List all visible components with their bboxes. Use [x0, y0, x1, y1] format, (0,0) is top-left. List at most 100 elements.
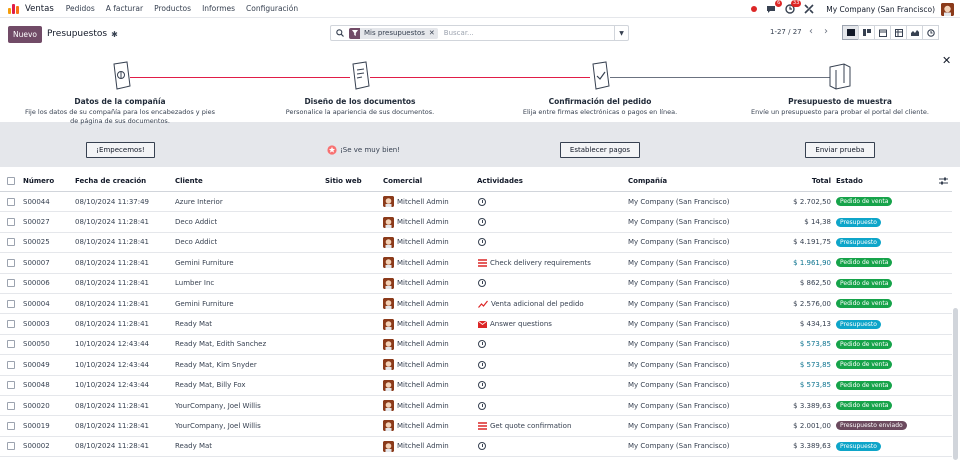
salesperson[interactable]: Mitchell Admin: [383, 416, 449, 435]
menu-informes[interactable]: Informes: [202, 4, 235, 13]
salesperson[interactable]: Mitchell Admin: [383, 233, 449, 252]
row-checkbox[interactable]: [7, 355, 15, 374]
pager-previous-button[interactable]: ‹: [805, 25, 817, 39]
activity-clock-icon[interactable]: [478, 218, 486, 227]
salesperson[interactable]: Mitchell Admin: [383, 376, 449, 395]
table-row[interactable]: S00003 08/10/2024 11:28:41 Ready Mat Mitche…: [0, 314, 952, 335]
table-row[interactable]: S00020 08/10/2024 11:28:41 YourCompany, Jo…: [0, 396, 952, 417]
row-checkbox[interactable]: [7, 314, 15, 333]
table-row[interactable]: S00044 08/10/2024 11:37:49 Azure Interior M…: [0, 192, 952, 213]
salesperson[interactable]: Mitchell Admin: [383, 314, 449, 333]
col-website[interactable]: Sitio web: [325, 170, 362, 191]
column-settings-icon[interactable]: [939, 170, 948, 191]
salesperson[interactable]: Mitchell Admin: [383, 294, 449, 313]
pivot-view-button[interactable]: [890, 25, 907, 40]
brand[interactable]: Ventas: [8, 3, 66, 14]
row-checkbox[interactable]: [7, 274, 15, 293]
activity-clock-icon[interactable]: [478, 442, 486, 451]
activity-clock-icon[interactable]: [478, 401, 486, 410]
activity-cell[interactable]: [478, 396, 486, 415]
table-row[interactable]: S00019 08/10/2024 11:28:41 YourCompany, Jo…: [0, 416, 952, 437]
col-number[interactable]: Número: [23, 170, 54, 191]
activity-cell[interactable]: [478, 437, 486, 456]
menu-a-facturar[interactable]: A facturar: [106, 4, 143, 13]
new-button[interactable]: Nuevo: [8, 25, 43, 43]
search-facet[interactable]: Mis presupuestos ✕: [349, 27, 438, 39]
col-salesperson[interactable]: Comercial: [383, 170, 422, 191]
activity-clock-icon[interactable]: [478, 197, 486, 206]
col-creation-date[interactable]: Fecha de creación: [75, 170, 146, 191]
list-view-button[interactable]: [842, 25, 859, 40]
activity-cell[interactable]: Venta adicional del pedido: [478, 294, 584, 313]
row-checkbox[interactable]: [7, 376, 15, 395]
lets-start-button[interactable]: ¡Empecemos!: [86, 142, 155, 158]
activity-clock-icon[interactable]: [478, 360, 486, 369]
table-row[interactable]: S00050 10/10/2024 12:43:44 Ready Mat, Edit…: [0, 335, 952, 356]
activity-cell[interactable]: [478, 192, 486, 211]
col-company[interactable]: Compañía: [628, 170, 667, 191]
salesperson[interactable]: Mitchell Admin: [383, 396, 449, 415]
row-checkbox[interactable]: [7, 396, 15, 415]
activity-clock-icon[interactable]: [478, 279, 486, 288]
user-avatar[interactable]: [941, 2, 954, 16]
upsell-chart-icon[interactable]: [478, 300, 488, 308]
salesperson[interactable]: Mitchell Admin: [383, 253, 449, 272]
activity-cell[interactable]: [478, 212, 486, 231]
close-icon[interactable]: ✕: [942, 54, 951, 67]
col-customer[interactable]: Cliente: [175, 170, 203, 191]
debug-button[interactable]: [803, 3, 815, 15]
activity-cell[interactable]: [478, 233, 486, 252]
activity-cell[interactable]: Answer questions: [478, 314, 552, 333]
row-checkbox[interactable]: [7, 253, 15, 272]
status-dot-icon[interactable]: [751, 6, 758, 12]
todo-list-icon[interactable]: [478, 259, 487, 267]
activity-clock-icon[interactable]: [478, 340, 486, 349]
activity-cell[interactable]: Get quote confirmation: [478, 416, 571, 435]
activity-cell[interactable]: [478, 355, 486, 374]
row-checkbox[interactable]: [7, 233, 15, 252]
activity-button[interactable]: 33: [784, 0, 802, 15]
todo-list-icon[interactable]: [478, 422, 487, 430]
activity-clock-icon[interactable]: [478, 381, 486, 390]
activity-view-button[interactable]: [922, 25, 939, 40]
calendar-view-button[interactable]: [874, 25, 891, 40]
activity-cell[interactable]: [478, 376, 486, 395]
select-all-checkbox[interactable]: [7, 170, 15, 191]
scrollbar[interactable]: [953, 308, 958, 460]
row-checkbox[interactable]: [7, 212, 15, 231]
menu-configuracion[interactable]: Configuración: [246, 4, 298, 13]
row-checkbox[interactable]: [7, 437, 15, 456]
search-bar[interactable]: Mis presupuestos ✕ Buscar... ▼: [330, 25, 629, 41]
set-payments-button[interactable]: Establecer pagos: [560, 142, 640, 158]
activity-cell[interactable]: [478, 335, 486, 354]
table-row[interactable]: S00025 08/10/2024 11:28:41 Deco Addict Mitc…: [0, 233, 952, 254]
search-icon[interactable]: [336, 29, 344, 37]
row-checkbox[interactable]: [7, 294, 15, 313]
search-options-toggle[interactable]: ▼: [614, 26, 628, 40]
activity-cell[interactable]: [478, 274, 486, 293]
table-row[interactable]: S00006 08/10/2024 11:28:41 Lumber Inc Mitch…: [0, 274, 952, 294]
company-switcher[interactable]: My Company (San Francisco): [826, 5, 935, 14]
activity-cell[interactable]: Check delivery requirements: [478, 253, 591, 272]
row-checkbox[interactable]: [7, 192, 15, 211]
email-icon[interactable]: [478, 320, 487, 328]
salesperson[interactable]: Mitchell Admin: [383, 355, 449, 374]
col-activities[interactable]: Actividades: [477, 170, 523, 191]
salesperson[interactable]: Mitchell Admin: [383, 192, 449, 211]
remove-facet-icon[interactable]: ✕: [429, 29, 438, 37]
table-row[interactable]: S00002 08/10/2024 11:28:41 Ready Mat Mitche…: [0, 437, 952, 458]
table-row[interactable]: S00027 08/10/2024 11:28:41 Deco Addict Mitc…: [0, 212, 952, 233]
table-row[interactable]: S00004 08/10/2024 11:28:41 Gemini Furnitur…: [0, 294, 952, 315]
send-sample-button[interactable]: Enviar prueba: [805, 142, 875, 158]
gear-icon[interactable]: ✱: [111, 30, 118, 39]
graph-view-button[interactable]: [906, 25, 923, 40]
col-status[interactable]: Estado: [836, 170, 863, 191]
salesperson[interactable]: Mitchell Admin: [383, 212, 449, 231]
activity-clock-icon[interactable]: [478, 238, 486, 247]
salesperson[interactable]: Mitchell Admin: [383, 335, 449, 354]
table-row[interactable]: S00048 10/10/2024 12:43:44 Ready Mat, Bill…: [0, 376, 952, 396]
kanban-view-button[interactable]: [858, 25, 875, 40]
col-total[interactable]: Total: [770, 170, 831, 191]
table-row[interactable]: S00007 08/10/2024 11:28:41 Gemini Furnitur…: [0, 253, 952, 274]
menu-productos[interactable]: Productos: [154, 4, 191, 13]
